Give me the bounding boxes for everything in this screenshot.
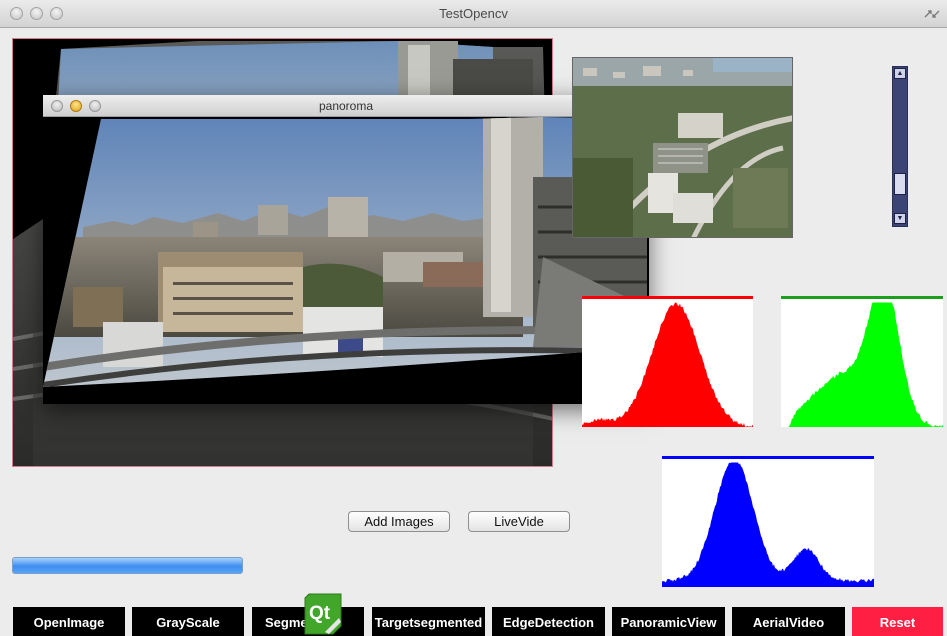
panoramic-view-button[interactable]: PanoramicView <box>612 607 725 636</box>
aerial-video-button[interactable]: AerialVideo <box>732 607 845 636</box>
gray-scale-button[interactable]: GrayScale <box>132 607 244 636</box>
green-histogram <box>781 296 943 427</box>
open-image-button[interactable]: OpenImage <box>13 607 125 636</box>
edge-detection-button[interactable]: EdgeDetection <box>492 607 605 636</box>
panorama-window: panoroma <box>43 95 649 404</box>
panorama-window-titlebar: panoroma <box>43 95 649 117</box>
red-histogram <box>582 296 753 427</box>
green-histogram-plot <box>781 296 943 427</box>
panorama-window-title: panoroma <box>43 99 649 113</box>
svg-text:Qt: Qt <box>309 603 331 624</box>
blue-histogram-plot <box>662 456 874 587</box>
red-histogram-plot <box>582 296 753 427</box>
test-opencv-window: TestOpencv panoroma ▲ ▼ Add Images LiveV… <box>0 0 947 636</box>
scroll-down-arrow-icon[interactable]: ▼ <box>894 213 906 224</box>
blue-histogram <box>662 456 874 587</box>
scroll-up-arrow-icon[interactable]: ▲ <box>894 68 906 79</box>
target-segmented-button[interactable]: Targetsegmented <box>372 607 485 636</box>
bottom-toolbar: OpenImage GrayScale Segme Targetsegmente… <box>0 607 947 636</box>
progress-bar <box>12 557 243 574</box>
fullscreen-icon[interactable] <box>923 9 941 19</box>
qt-logo-icon: Qt <box>303 592 343 636</box>
vertical-scrollbar[interactable]: ▲ ▼ <box>892 66 908 227</box>
reset-button[interactable]: Reset <box>852 607 943 636</box>
panorama-image <box>43 117 649 404</box>
add-images-button[interactable]: Add Images <box>348 511 450 532</box>
window-title: TestOpencv <box>0 6 947 21</box>
window-titlebar: TestOpencv <box>0 0 947 28</box>
scrollbar-thumb[interactable] <box>894 173 906 195</box>
live-video-button[interactable]: LiveVide <box>468 511 570 532</box>
aerial-view-image <box>572 57 793 238</box>
